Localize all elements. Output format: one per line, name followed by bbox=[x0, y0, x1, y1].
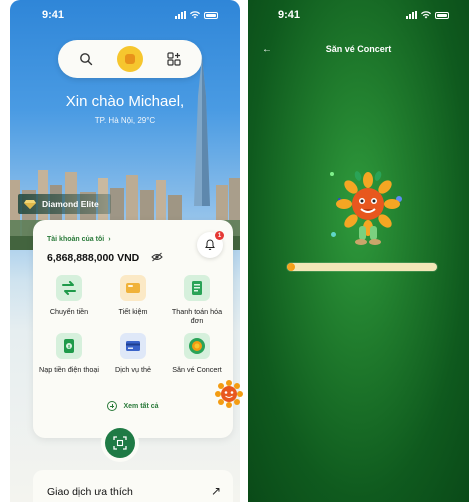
service-card-services[interactable]: Dịch vụ thẻ bbox=[101, 333, 165, 383]
status-bar: 9:41 bbox=[10, 0, 240, 30]
service-label: Nạp tiền điện thoại bbox=[39, 365, 99, 374]
service-phone-topup[interactable]: $ Nạp tiền điện thoại bbox=[37, 333, 101, 383]
service-concert-tickets[interactable]: Săn vé Concert bbox=[165, 333, 229, 383]
chevron-right-icon: › bbox=[108, 236, 111, 243]
page-title: Săn vé Concert bbox=[325, 44, 392, 54]
qr-scan-icon bbox=[113, 436, 127, 450]
see-all-button[interactable]: Xem tất cả bbox=[33, 401, 233, 411]
search-button[interactable] bbox=[72, 45, 100, 73]
card-icon bbox=[120, 333, 146, 359]
my-account-link[interactable]: Tài khoản của tôi › bbox=[47, 236, 111, 243]
tier-badge[interactable]: Diamond Elite bbox=[18, 194, 111, 214]
top-action-bar bbox=[58, 40, 202, 78]
loading-progress-fill bbox=[287, 263, 295, 271]
arrow-up-right-icon: ↗ bbox=[210, 484, 221, 498]
battery-icon bbox=[435, 11, 449, 19]
status-icons bbox=[406, 11, 449, 19]
battery-icon bbox=[204, 11, 218, 19]
status-icons bbox=[175, 11, 218, 19]
signal-icon bbox=[175, 11, 186, 19]
service-label: Dịch vụ thẻ bbox=[115, 365, 151, 374]
sunflower-mascot-image bbox=[336, 171, 400, 245]
service-transfer[interactable]: Chuyển tiền bbox=[37, 275, 101, 325]
notification-badge: 1 bbox=[215, 231, 224, 240]
home-screen: 9:41 Xin chào Michael, TP. Hà Nội, 29°C bbox=[10, 0, 240, 502]
transfer-icon bbox=[56, 275, 82, 301]
signal-icon bbox=[406, 11, 417, 19]
tier-label: Diamond Elite bbox=[42, 199, 99, 209]
loading-progress-bar bbox=[287, 263, 437, 271]
plus-circle-icon bbox=[107, 401, 118, 411]
service-savings[interactable]: Tiết kiệm bbox=[101, 275, 165, 325]
bell-icon bbox=[205, 239, 215, 250]
concert-loading-screen: 9:41 ← Săn vé Concert bbox=[248, 0, 469, 502]
services-grid: Chuyển tiền Tiết kiệm Thanh toán hóa đơn bbox=[37, 275, 229, 383]
account-card: Tài khoản của tôi › 6,868,888,000 VND 1 C… bbox=[33, 220, 233, 438]
menu-grid-button[interactable] bbox=[160, 45, 188, 73]
diamond-icon bbox=[24, 200, 36, 209]
wifi-icon bbox=[421, 11, 431, 19]
status-time: 9:41 bbox=[278, 9, 301, 21]
my-account-label: Tài khoản của tôi bbox=[47, 236, 105, 243]
notification-button[interactable]: 1 bbox=[197, 231, 224, 258]
service-bill-payment[interactable]: Thanh toán hóa đơn bbox=[165, 275, 229, 325]
concert-icon bbox=[184, 333, 210, 359]
hide-balance-icon[interactable] bbox=[151, 252, 163, 262]
bill-icon bbox=[184, 275, 210, 301]
favorite-transactions-title: Giao dịch ưa thích bbox=[47, 486, 133, 498]
service-label: Thanh toán hóa đơn bbox=[171, 307, 223, 325]
savings-icon bbox=[120, 275, 146, 301]
service-label: Chuyển tiền bbox=[49, 307, 89, 316]
search-icon bbox=[80, 53, 93, 66]
coin-icon bbox=[117, 46, 143, 72]
screens-stage: 9:41 Xin chào Michael, TP. Hà Nội, 29°C bbox=[0, 0, 469, 502]
rewards-button[interactable] bbox=[116, 45, 144, 73]
see-all-label: Xem tất cả bbox=[123, 402, 159, 410]
status-bar: 9:41 bbox=[248, 0, 469, 30]
qr-scan-button[interactable] bbox=[105, 428, 135, 458]
grid-plus-icon bbox=[167, 52, 181, 66]
service-label: Tiết kiệm bbox=[118, 307, 148, 316]
phone-topup-icon: $ bbox=[56, 333, 82, 359]
landmark-tower-image bbox=[194, 56, 210, 206]
favorite-transactions-card[interactable]: Giao dịch ưa thích ↗ bbox=[33, 470, 233, 502]
wifi-icon bbox=[190, 11, 200, 19]
floating-mascot-icon[interactable] bbox=[215, 380, 243, 408]
account-balance: 6,868,888,000 VND bbox=[47, 252, 140, 264]
status-time: 9:41 bbox=[42, 9, 65, 21]
